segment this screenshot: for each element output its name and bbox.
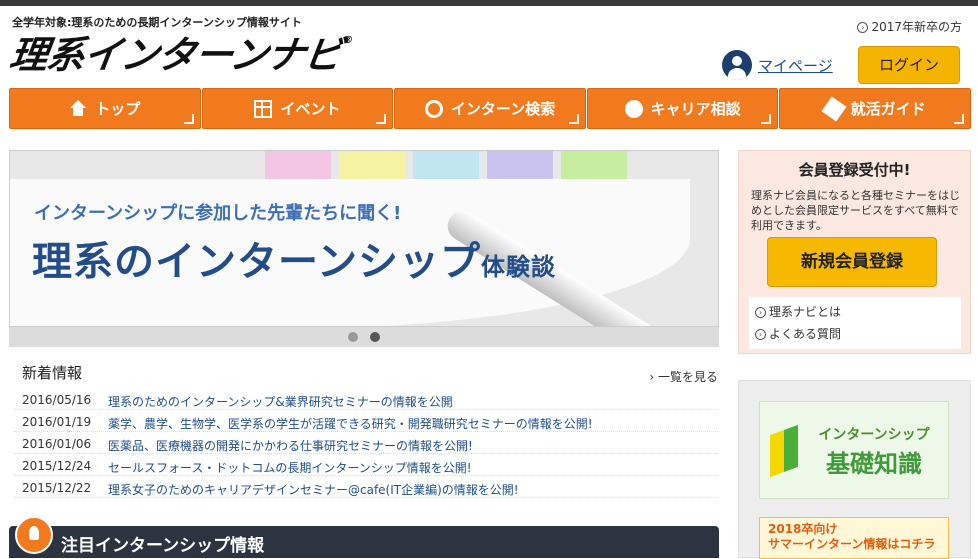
register-panel: 会員登録受付中! 理系ナビ会員になると各種セミナーをはじめとした会員限定サービス… [738, 150, 971, 354]
nav-career[interactable]: キャリア相談 [586, 88, 779, 129]
site-tagline: 全学年対象:理系のための長期インターンシップ情報サイト [12, 16, 302, 29]
main-nav: トップ イベント インターン検索 キャリア相談 就活ガイド [9, 88, 971, 129]
side-banners: インターンシップ 基礎知識 2018卒向け サマーインターン情報はコチラ [738, 380, 971, 559]
mypage-link[interactable]: マイページ [722, 50, 833, 80]
news-link[interactable]: 理系女子のためのキャリアデザインセミナー@cafe(IT企業編)の情報を公開! [108, 481, 519, 497]
news-date: 2016/01/06 [22, 437, 92, 451]
nav-event[interactable]: イベント [201, 88, 394, 129]
mypage-label: マイページ [758, 56, 833, 75]
site-header: 全学年対象:理系のための長期インターンシップ情報サイト 理系インターンナビ® ›… [0, 6, 978, 88]
slider-dots [9, 327, 719, 347]
news-item[interactable]: 2016/01/19 薬学、農学、生物学、医学系の学生が活躍できる研究・開発職研… [14, 415, 718, 432]
news-item[interactable]: 2015/12/22 理系女子のためのキャリアデザインセミナー@cafe(IT企… [14, 481, 718, 498]
summer-line-1: 2018卒向け [768, 522, 838, 536]
chevron-right-icon: › [755, 307, 766, 318]
news-date: 2015/12/22 [22, 481, 92, 495]
news-date: 2016/05/16 [22, 393, 92, 407]
user-icon [722, 50, 752, 80]
banner-tab [413, 151, 479, 181]
summer-line-2: サマーインターン情報はコチラ [768, 537, 936, 551]
news-link[interactable]: 医薬品、医療機器の開発にかかわる仕事研究セミナーの情報を公開! [108, 437, 473, 453]
nav-guide[interactable]: 就活ガイド [779, 88, 971, 129]
basics-main-text: 基礎知識 [826, 450, 922, 478]
news-link[interactable]: 薬学、農学、生物学、医学系の学生が活躍できる研究・開発職研究セミナーの情報を公開… [108, 415, 593, 431]
about-link[interactable]: › 理系ナビとは [755, 301, 955, 323]
nav-top[interactable]: トップ [9, 88, 201, 129]
basics-top-text: インターンシップ [818, 427, 930, 443]
corner-arrow-icon [953, 114, 964, 124]
banner-tab [561, 151, 627, 181]
news-item[interactable]: 2016/01/06 医薬品、医療機器の開発にかかわる仕事研究セミナーの情報を公… [14, 437, 718, 454]
calendar-icon [254, 99, 273, 118]
banner-title: 理系のインターンシップ体験談 [32, 239, 556, 285]
news-item[interactable]: 2015/12/24 セールスフォース・ドットコムの長期インターンシップ情報を公… [14, 459, 718, 476]
slider-dot-2[interactable] [369, 332, 380, 342]
news-link[interactable]: 理系のためのインターンシップ&業界研究セミナーの情報を公開 [108, 393, 453, 409]
slider-dot-1[interactable] [348, 332, 359, 342]
chevron-right-icon: › [857, 22, 869, 33]
internship-basics-banner[interactable]: インターンシップ 基礎知識 [759, 401, 949, 499]
login-button[interactable]: ログイン [858, 46, 960, 84]
banner-subtitle: インターンシップに参加した先輩たちに聞く! [34, 203, 402, 224]
featured-title: 注目インターンシップ情報 [61, 536, 265, 556]
news-link[interactable]: セールスフォース・ドットコムの長期インターンシップ情報を公開! [108, 459, 472, 475]
featured-internships-header: 注目インターンシップ情報 [9, 516, 719, 558]
banner-tab [265, 151, 331, 181]
search-icon [424, 99, 443, 118]
graduate-2017-link[interactable]: › 2017年新卒の方 [857, 18, 962, 35]
register-links: › 理系ナビとは › よくある質問 [749, 297, 961, 349]
banner-tab [339, 151, 405, 181]
faq-link[interactable]: › よくある質問 [755, 323, 955, 345]
news-more-link[interactable]: › 一覧を見る [649, 368, 718, 385]
chevron-right-icon: › [755, 329, 766, 340]
nav-intern-search[interactable]: インターン検索 [394, 88, 586, 129]
news-section: 新着情報 › 一覧を見る 2016/05/16 理系のためのインターンシップ&業… [14, 362, 718, 498]
summer-intern-banner[interactable]: 2018卒向け サマーインターン情報はコチラ [759, 517, 949, 559]
register-title: 会員登録受付中! [798, 161, 911, 179]
news-date: 2016/01/19 [22, 415, 92, 429]
banner-tab [487, 151, 553, 181]
banner-tabs [265, 151, 627, 181]
corner-arrow-icon [568, 114, 579, 124]
chat-icon [624, 99, 643, 118]
site-logo[interactable]: 理系インターンナビ® [7, 33, 353, 77]
corner-arrow-icon [183, 114, 194, 124]
news-item[interactable]: 2016/05/16 理系のためのインターンシップ&業界研究セミナーの情報を公開 [14, 393, 718, 410]
news-date: 2015/12/24 [22, 459, 92, 473]
home-icon [69, 99, 87, 118]
register-button[interactable]: 新規会員登録 [767, 237, 937, 287]
corner-arrow-icon [376, 114, 387, 124]
news-title: 新着情報 [22, 364, 83, 382]
beginner-leaf-icon [770, 424, 798, 478]
lightbulb-icon [15, 516, 53, 554]
register-description: 理系ナビ会員になると各種セミナーをはじめとした会員限定サービスをすべて無料で利用… [751, 189, 960, 232]
corner-arrow-icon [761, 114, 772, 124]
hero-banner[interactable]: インターンシップに参加した先輩たちに聞く! 理系のインターンシップ体験談 [9, 150, 719, 327]
pen-icon [821, 95, 847, 122]
